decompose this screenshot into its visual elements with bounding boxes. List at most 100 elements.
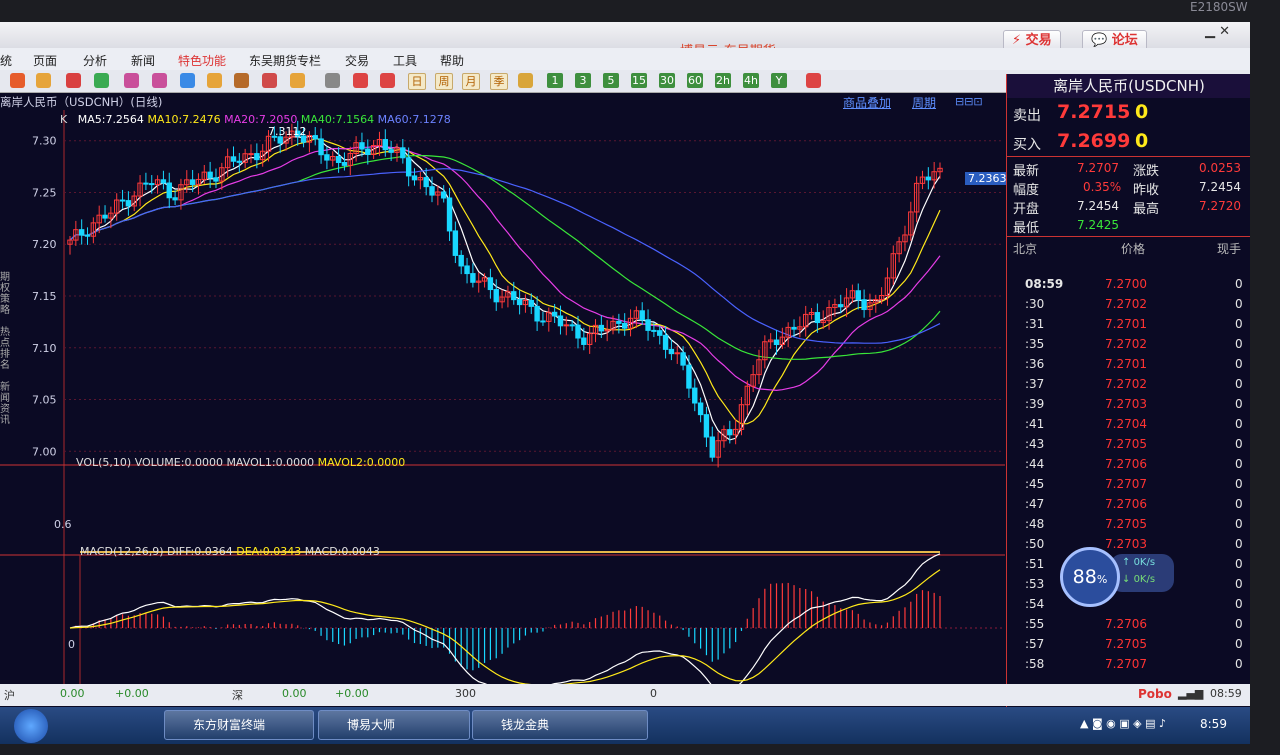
folder-icon[interactable] xyxy=(36,73,51,88)
taskbar-app-eastmoney[interactable]: 东方财富终端 xyxy=(164,710,314,740)
taskbar-app-boyi[interactable]: 博易大师 xyxy=(318,710,470,740)
tick-row: :37 7.2702 0 xyxy=(1007,375,1250,395)
side-tab-info[interactable]: 新闻资讯 xyxy=(0,382,12,426)
taskbar-app-qianlong[interactable]: 钱龙金典 xyxy=(472,710,648,740)
period-1m-button[interactable]: 1 xyxy=(547,73,563,88)
tray-icons[interactable]: ▲ ◙ ◉ ▣ ◈ ▤ ♪ xyxy=(1080,717,1166,730)
layout-icon[interactable] xyxy=(180,73,195,88)
menu-analysis[interactable]: 分析 xyxy=(83,52,107,69)
col-vol-header: 现手 xyxy=(1217,242,1242,256)
side-tab-rank[interactable]: 热点排名 xyxy=(0,327,12,371)
tick-row: :44 7.2706 0 xyxy=(1007,455,1250,475)
period-60m-button[interactable]: 60 xyxy=(687,73,703,88)
tick-price: 7.2702 xyxy=(1105,337,1147,351)
macd-diff-label: MACD(12,26,9) DIFF:0.0364 xyxy=(80,545,233,558)
chart-icon[interactable] xyxy=(353,73,368,88)
menu-news[interactable]: 新闻 xyxy=(131,52,155,69)
period-link[interactable]: 周期 xyxy=(912,94,936,111)
candle-body xyxy=(423,177,429,188)
menu-help[interactable]: 帮助 xyxy=(440,52,464,69)
period-day-button[interactable]: 日 xyxy=(408,73,426,90)
axis-labels: 7.307.257.207.157.107.057.000.60日线202405… xyxy=(32,135,590,705)
status-v1: 0.00 xyxy=(60,687,85,700)
table-icon[interactable] xyxy=(325,73,340,88)
menu-features[interactable]: 特色功能 xyxy=(178,52,226,69)
zoom-out-icon[interactable] xyxy=(152,73,167,88)
filter-icon[interactable] xyxy=(262,73,277,88)
tick-row: 08:59 7.2700 0 xyxy=(1007,275,1250,295)
zoom-in-icon[interactable] xyxy=(124,73,139,88)
change-value: 0.0253 xyxy=(1199,161,1241,175)
period-quarter-button[interactable]: 季 xyxy=(490,73,508,90)
tick-time: :53 xyxy=(1025,577,1045,591)
minimize-icon[interactable]: ▁ xyxy=(1205,24,1215,39)
volume-tick-label: 0.6 xyxy=(54,518,72,531)
tick-volume: 0 xyxy=(1235,417,1243,431)
candle-body xyxy=(551,311,558,317)
menu-system[interactable]: 统 xyxy=(0,52,12,69)
candle-body xyxy=(236,160,243,163)
period-week-button[interactable]: 周 xyxy=(435,73,453,90)
status-time: 08:59 xyxy=(1210,687,1242,700)
tick-volume: 0 xyxy=(1235,397,1243,411)
candle-body xyxy=(639,310,645,321)
title-bar: 博易云-东吴期货 ⚡ 交易 💬 论坛 ▁ ✕ xyxy=(0,22,1250,59)
candle-body xyxy=(382,139,389,151)
home-icon[interactable] xyxy=(10,73,25,88)
tick-price: 7.2705 xyxy=(1105,517,1147,531)
window-controls[interactable]: ▁ ✕ xyxy=(1205,24,1230,39)
candle-body xyxy=(493,289,499,303)
refresh-icon[interactable] xyxy=(94,73,109,88)
side-tab-news[interactable]: 期权策略 xyxy=(0,272,12,316)
candle-body xyxy=(149,183,155,186)
bell-icon[interactable] xyxy=(234,73,249,88)
menu-tools[interactable]: 工具 xyxy=(393,52,417,69)
tick-volume: 0 xyxy=(1235,337,1243,351)
status-bar: 沪 0.00 +0.00 深 0.00 +0.00 300 0 Pobo ▂▄▆… xyxy=(0,684,1250,706)
tick-icon[interactable] xyxy=(380,73,395,88)
candle-body xyxy=(125,200,132,207)
signal-icon: ▂▄▆ xyxy=(1178,687,1204,700)
period-3m-button[interactable]: 3 xyxy=(575,73,591,88)
chart-area[interactable]: 7.307.257.207.157.107.057.000.60日线202405… xyxy=(0,110,1005,705)
period-month-button[interactable]: 月 xyxy=(462,73,480,90)
memory-usage-badge[interactable]: 88% xyxy=(1060,547,1120,607)
mavol2-label: MAVOL2:0.0000 xyxy=(317,456,406,469)
menu-trade[interactable]: 交易 xyxy=(345,52,369,69)
tick-time: :30 xyxy=(1025,297,1045,311)
period-15m-button[interactable]: 15 xyxy=(631,73,647,88)
period-5m-button[interactable]: 5 xyxy=(603,73,619,88)
close-icon[interactable]: ✕ xyxy=(1219,24,1230,39)
tick-price: 7.2705 xyxy=(1105,637,1147,651)
period-4h-button[interactable]: 4h xyxy=(743,73,759,88)
candle-body xyxy=(925,176,932,181)
macd-panel xyxy=(69,553,941,691)
panel-switch-icon[interactable]: ⊟⊟⊡ xyxy=(955,95,983,108)
candle-body xyxy=(341,162,348,166)
tick-row: :58 7.2707 0 xyxy=(1007,655,1250,675)
draw-icon[interactable] xyxy=(207,73,222,88)
tick-volume: 0 xyxy=(1235,477,1243,491)
divider xyxy=(1007,156,1250,157)
status-v4: +0.00 xyxy=(335,687,369,700)
settings-icon[interactable] xyxy=(806,73,821,88)
tick-price: 7.2706 xyxy=(1105,497,1147,511)
grid-lines xyxy=(0,110,1005,705)
period-30m-button[interactable]: 30 xyxy=(659,73,675,88)
tick-price: 7.2707 xyxy=(1105,477,1147,491)
period-2h-button[interactable]: 2h xyxy=(715,73,731,88)
tick-price: 7.2703 xyxy=(1105,537,1147,551)
side-tabs[interactable]: 期权策略 热点排名 新闻资讯 xyxy=(0,272,12,426)
overlay-link[interactable]: 商品叠加 xyxy=(843,94,891,111)
candle-body xyxy=(686,364,692,389)
price-tick-label: 7.05 xyxy=(32,394,57,407)
quote-icon[interactable] xyxy=(66,73,81,88)
menu-dongwu-column[interactable]: 东吴期货专栏 xyxy=(249,52,321,69)
close-period-icon[interactable] xyxy=(518,73,533,88)
period-year-button[interactable]: Y xyxy=(771,73,787,88)
tick-row: :36 7.2701 0 xyxy=(1007,355,1250,375)
tick-row: :45 7.2707 0 xyxy=(1007,475,1250,495)
menu-page[interactable]: 页面 xyxy=(33,52,57,69)
start-button[interactable] xyxy=(14,709,48,743)
flag-icon[interactable] xyxy=(290,73,305,88)
